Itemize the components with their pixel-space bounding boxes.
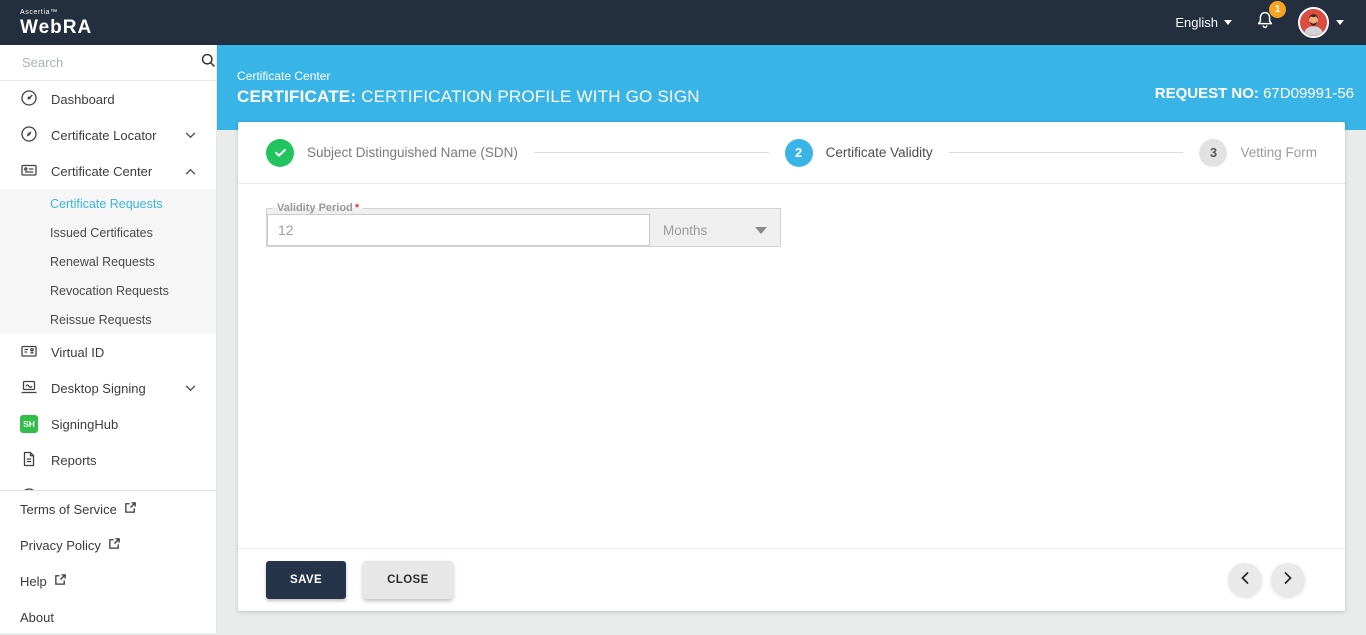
step-label: Certificate Validity bbox=[825, 145, 933, 160]
avatar bbox=[1298, 7, 1329, 38]
validity-period-fieldset: Validity Period* Months bbox=[266, 202, 781, 247]
sidebar-item-label: SigningHub bbox=[51, 416, 119, 432]
next-step-button[interactable] bbox=[1271, 563, 1305, 597]
sidebar-item-reports[interactable]: Reports bbox=[0, 442, 216, 478]
language-label: English bbox=[1175, 15, 1218, 30]
wizard-card: Subject Distinguished Name (SDN) 2 Certi… bbox=[238, 122, 1345, 611]
notification-count-badge: 1 bbox=[1269, 1, 1286, 18]
top-navbar: Ascertia™ WebRA English 1 bbox=[0, 0, 1366, 45]
sidebar-search bbox=[0, 45, 216, 81]
dashboard-icon bbox=[20, 89, 38, 110]
sidebar-item-certificate-center[interactable]: Certificate Center bbox=[0, 153, 216, 189]
search-icon[interactable] bbox=[200, 52, 217, 74]
sidebar-item-desktop-signing[interactable]: Desktop Signing bbox=[0, 370, 216, 406]
sidebar-item-label: Virtual ID bbox=[51, 344, 105, 360]
sidebar-subitem-certificate-requests[interactable]: Certificate Requests bbox=[0, 189, 216, 218]
chevron-down-icon bbox=[1336, 20, 1344, 25]
chevron-left-icon bbox=[1239, 571, 1251, 590]
validity-unit-value: Months bbox=[663, 222, 708, 238]
page-header: Certificate Center CERTIFICATE: CERTIFIC… bbox=[217, 45, 1366, 130]
app-logo[interactable]: Ascertia™ WebRA bbox=[20, 9, 92, 37]
required-asterisk: * bbox=[354, 202, 360, 214]
brand-webra-label: WebRA bbox=[20, 16, 93, 38]
page-title-text: CERTIFICATION PROFILE WITH GO SIGN bbox=[356, 86, 700, 106]
step-label: Vetting Form bbox=[1240, 145, 1318, 160]
chevron-down-icon bbox=[1224, 20, 1232, 25]
sidebar-item-signinghub[interactable]: SH SigningHub bbox=[0, 406, 216, 442]
sidebar-subitem-renewal-requests[interactable]: Renewal Requests bbox=[0, 247, 216, 276]
validity-period-label-text: Validity Period bbox=[277, 202, 353, 214]
sidebar-item-label: Desktop Signing bbox=[51, 380, 146, 396]
sidebar-item-label: Dashboard bbox=[51, 91, 115, 107]
validity-unit-select[interactable]: Months bbox=[650, 214, 780, 246]
main-content: Certificate Center CERTIFICATE: CERTIFIC… bbox=[217, 45, 1366, 633]
request-number-label: REQUEST NO: bbox=[1154, 85, 1259, 102]
sidebar-item-dashboard[interactable]: Dashboard bbox=[0, 81, 216, 117]
external-link-icon bbox=[124, 501, 137, 517]
footer-link-label: Help bbox=[20, 573, 47, 589]
step-done-check-icon bbox=[266, 138, 294, 167]
step-number: 2 bbox=[784, 138, 813, 167]
chevron-right-icon bbox=[1282, 571, 1294, 590]
step-subject-distinguished-name[interactable]: Subject Distinguished Name (SDN) bbox=[266, 138, 518, 167]
external-link-icon bbox=[54, 573, 67, 589]
about-link[interactable]: About bbox=[0, 599, 216, 635]
id-card-icon bbox=[20, 342, 38, 363]
previous-step-button[interactable] bbox=[1228, 563, 1262, 597]
sidebar-subitem-revocation-requests[interactable]: Revocation Requests bbox=[0, 276, 216, 305]
stepper-connector bbox=[948, 152, 1184, 153]
sidebar-item-label: Certificate Center bbox=[51, 163, 153, 179]
sidebar-footer: Terms of Service Privacy Policy Help Abo… bbox=[0, 490, 216, 633]
validity-period-input[interactable] bbox=[267, 214, 650, 246]
request-number-value: 67D09991-56 bbox=[1258, 85, 1354, 102]
page-title-prefix: CERTIFICATE: bbox=[237, 86, 357, 106]
chevron-down-icon bbox=[185, 131, 196, 139]
footer-link-label: Terms of Service bbox=[20, 501, 117, 517]
signinghub-icon: SH bbox=[20, 415, 38, 433]
footer-link-label: Privacy Policy bbox=[20, 537, 101, 553]
terms-of-service-link[interactable]: Terms of Service bbox=[0, 491, 216, 527]
wizard-stepper: Subject Distinguished Name (SDN) 2 Certi… bbox=[238, 122, 1345, 184]
certificate-card-icon bbox=[20, 161, 38, 182]
privacy-policy-link[interactable]: Privacy Policy bbox=[0, 527, 216, 563]
user-menu[interactable] bbox=[1298, 7, 1344, 38]
help-link[interactable]: Help bbox=[0, 563, 216, 599]
sidebar-item-label: Certificate Locator bbox=[51, 127, 157, 143]
step-number: 3 bbox=[1199, 138, 1228, 167]
step-certificate-validity[interactable]: 2 Certificate Validity bbox=[784, 138, 933, 167]
save-button[interactable]: SAVE bbox=[266, 561, 347, 599]
dropdown-caret-icon bbox=[755, 226, 767, 234]
sidebar-item-virtual-id[interactable]: Virtual ID bbox=[0, 334, 216, 370]
step-label: Subject Distinguished Name (SDN) bbox=[307, 145, 518, 160]
chevron-up-icon bbox=[185, 168, 196, 175]
close-button[interactable]: CLOSE bbox=[363, 561, 453, 599]
validity-period-label: Validity Period * bbox=[273, 202, 363, 214]
wizard-footer: SAVE CLOSE bbox=[238, 548, 1345, 611]
search-input[interactable] bbox=[20, 54, 200, 71]
language-selector[interactable]: English bbox=[1175, 15, 1232, 30]
sidebar-subitem-issued-certificates[interactable]: Issued Certificates bbox=[0, 218, 216, 247]
brand-ascertia-label: Ascertia™ bbox=[20, 8, 58, 16]
request-number: REQUEST NO: 67D09991-56 bbox=[1155, 85, 1354, 102]
sidebar-item-certificate-locator[interactable]: Certificate Locator bbox=[0, 117, 216, 153]
sidebar-item-label: Reports bbox=[51, 452, 97, 468]
external-link-icon bbox=[108, 537, 121, 553]
laptop-signing-icon bbox=[20, 378, 38, 399]
compass-icon bbox=[20, 125, 38, 146]
chevron-down-icon bbox=[185, 384, 196, 392]
footer-link-label: About bbox=[20, 609, 54, 625]
sidebar-subitem-reissue-requests[interactable]: Reissue Requests bbox=[0, 305, 216, 334]
breadcrumb: Certificate Center bbox=[237, 68, 331, 83]
certificate-center-submenu: Certificate Requests Issued Certificates… bbox=[0, 189, 216, 334]
certificate-validity-form: Validity Period* Months bbox=[238, 184, 1345, 548]
document-icon bbox=[20, 450, 38, 471]
sidebar: Dashboard Certificate Locator Certificat… bbox=[0, 45, 217, 633]
step-vetting-form[interactable]: 3 Vetting Form bbox=[1199, 138, 1318, 167]
page-title: CERTIFICATE: CERTIFICATION PROFILE WITH … bbox=[237, 87, 700, 107]
notifications-button[interactable]: 1 bbox=[1254, 1, 1286, 36]
stepper-connector bbox=[533, 152, 769, 153]
